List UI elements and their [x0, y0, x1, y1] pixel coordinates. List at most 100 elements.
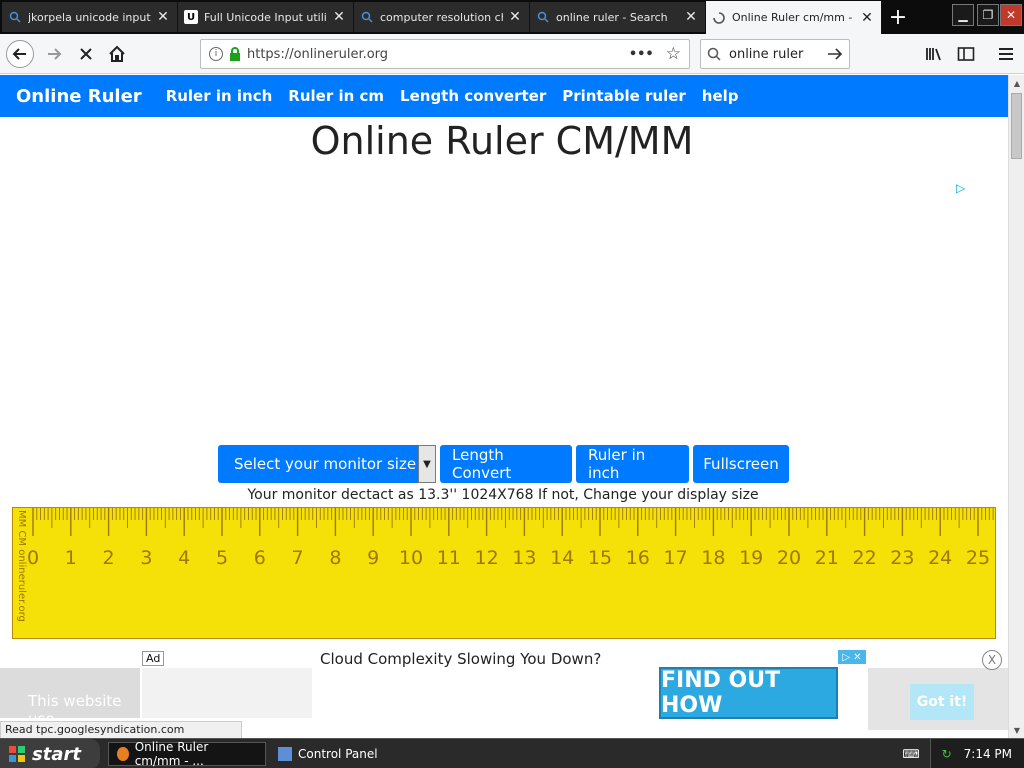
close-icon[interactable]: ✕: [859, 10, 875, 26]
ad-close-controls[interactable]: ▷ ✕: [838, 650, 866, 664]
find-out-how-button[interactable]: FIND OUT HOW: [659, 667, 838, 719]
ruler-number: 18: [701, 547, 725, 569]
nav-link-ruler-cm[interactable]: Ruler in cm: [288, 87, 384, 105]
taskbar-item-firefox[interactable]: Online Ruler cm/mm - ...: [108, 740, 266, 768]
nav-link-length-converter[interactable]: Length converter: [400, 87, 546, 105]
ruler-number: 19: [739, 547, 763, 569]
scroll-thumb[interactable]: [1011, 93, 1022, 159]
cookie-notice-text: This website use: [28, 692, 122, 718]
nav-link-help[interactable]: help: [702, 87, 739, 105]
library-button[interactable]: [920, 40, 948, 68]
nav-link-ruler-inch[interactable]: Ruler in inch: [166, 87, 273, 105]
ruler-number: 12: [475, 547, 499, 569]
ruler-number: 13: [512, 547, 536, 569]
search-icon: [360, 10, 374, 24]
cookie-notice: This website use: [0, 668, 140, 718]
nav-link-printable-ruler[interactable]: Printable ruler: [562, 87, 686, 105]
taskbar: start Online Ruler cm/mm - ... Control P…: [0, 738, 1024, 768]
ad-headline[interactable]: Cloud Complexity Slowing You Down?: [320, 650, 601, 668]
system-tray: ↻ 7:14 PM: [930, 739, 1024, 768]
ruler-number: 14: [550, 547, 574, 569]
scroll-down-icon[interactable]: ▼: [1009, 722, 1024, 738]
tab-resolution-check[interactable]: computer resolution che ✕: [354, 2, 530, 32]
page-actions-icon[interactable]: •••: [629, 47, 654, 62]
window-close-button[interactable]: ✕: [1000, 4, 1022, 26]
forward-arrow-icon: [48, 48, 62, 60]
library-icon: [926, 48, 941, 61]
site-navbar: Online Ruler Ruler in inch Ruler in cm L…: [0, 75, 1008, 117]
start-button[interactable]: start: [0, 739, 100, 768]
back-button[interactable]: [6, 40, 34, 68]
ruler-number: 16: [626, 547, 650, 569]
search-box[interactable]: online ruler: [700, 39, 850, 69]
ruler-number: 6: [254, 547, 266, 569]
url-text[interactable]: https://onlineruler.org: [247, 47, 629, 62]
vertical-scrollbar[interactable]: ▲ ▼: [1008, 75, 1024, 738]
fullscreen-button[interactable]: Fullscreen: [693, 445, 789, 483]
ruler-controls: Select your monitor size ▼ Length Conver…: [218, 445, 789, 483]
ruler-number: 11: [437, 547, 461, 569]
ruler-number: 2: [103, 547, 115, 569]
status-bar-text: Read tpc.googlesyndication.com: [0, 721, 242, 739]
scroll-up-icon[interactable]: ▲: [1009, 75, 1024, 91]
taskbar-item-label: Control Panel: [298, 747, 378, 761]
navigation-toolbar: i https://onlineruler.org ••• ☆ online r…: [0, 34, 1024, 74]
network-icon[interactable]: ↻: [942, 747, 952, 761]
taskbar-item-label: Online Ruler cm/mm - ...: [134, 740, 209, 768]
chevron-down-icon[interactable]: ▼: [418, 445, 436, 483]
lock-icon[interactable]: [229, 47, 241, 61]
ruler-number: 0: [27, 547, 39, 569]
sidebar-button[interactable]: [952, 40, 980, 68]
ad-dismiss-button[interactable]: X: [982, 650, 1002, 670]
ruler-scale: 0 1 2 3 4 5 6 7 8 9 10 11 12 13 14 15 16 17 18 19 20 21 22 23 24…: [27, 508, 994, 569]
home-button[interactable]: [103, 40, 131, 68]
minimize-button[interactable]: ▁: [952, 4, 974, 26]
firefox-icon: [117, 747, 129, 761]
search-go-arrow-icon[interactable]: [827, 47, 843, 61]
ad-image-area[interactable]: [142, 668, 312, 718]
ruler-number: 23: [890, 547, 914, 569]
search-query[interactable]: online ruler: [729, 47, 827, 62]
search-icon: [707, 47, 721, 61]
tab-jkorpela[interactable]: jkorpela unicode input - ✕: [2, 2, 178, 32]
ruler-number: 20: [777, 547, 801, 569]
tab-online-ruler-search[interactable]: online ruler - Search ✕: [530, 2, 706, 32]
tab-title: Online Ruler cm/mm - Or: [732, 11, 855, 24]
length-convert-button[interactable]: Length Convert: [440, 445, 572, 483]
restore-button[interactable]: ❐: [977, 4, 999, 26]
menu-button[interactable]: [992, 40, 1020, 68]
windows-flag-icon: [9, 746, 25, 762]
hamburger-icon: [999, 48, 1013, 60]
ruler[interactable]: MM CM onlineruler.org 0 1 2 3 4 5 6 7 8 9 10 11 12 13…: [12, 507, 996, 639]
tab-unicode-utility[interactable]: U Full Unicode Input utility ✕: [178, 2, 354, 32]
ruler-number: 8: [329, 547, 341, 569]
info-icon[interactable]: i: [209, 47, 223, 61]
close-icon[interactable]: ✕: [155, 9, 171, 25]
ruler-number: 15: [588, 547, 612, 569]
home-icon: [109, 45, 125, 62]
close-icon[interactable]: ✕: [683, 9, 699, 25]
address-bar[interactable]: i https://onlineruler.org ••• ☆: [200, 39, 690, 69]
close-icon[interactable]: ✕: [331, 9, 347, 25]
page-title: Online Ruler CM/MM: [310, 119, 694, 163]
ruler-in-inch-button[interactable]: Ruler in inch: [576, 445, 689, 483]
tab-online-ruler[interactable]: Online Ruler cm/mm - Or ✕: [706, 1, 882, 34]
tab-title: computer resolution che: [380, 10, 503, 24]
taskbar-item-control-panel[interactable]: Control Panel: [270, 742, 430, 766]
ruler-number: 17: [664, 547, 688, 569]
got-it-button[interactable]: Got it!: [910, 684, 974, 720]
keyboard-icon[interactable]: ⌨: [900, 742, 922, 766]
site-brand-link[interactable]: Online Ruler: [16, 86, 142, 107]
close-icon[interactable]: ✕: [507, 9, 523, 25]
monitor-size-select[interactable]: Select your monitor size ▼: [218, 445, 436, 483]
tab-title: jkorpela unicode input -: [28, 10, 151, 24]
ad-choices-icon[interactable]: ▷: [956, 181, 965, 195]
ruler-number: 7: [292, 547, 304, 569]
new-tab-button[interactable]: +: [884, 4, 912, 30]
tab-strip: jkorpela unicode input - ✕ U Full Unicod…: [0, 0, 1024, 34]
stop-loading-button[interactable]: [72, 40, 100, 68]
bookmark-star-icon[interactable]: ☆: [666, 44, 681, 64]
ruler-number: 10: [399, 547, 423, 569]
clock[interactable]: 7:14 PM: [964, 747, 1012, 761]
forward-button[interactable]: [40, 40, 68, 68]
